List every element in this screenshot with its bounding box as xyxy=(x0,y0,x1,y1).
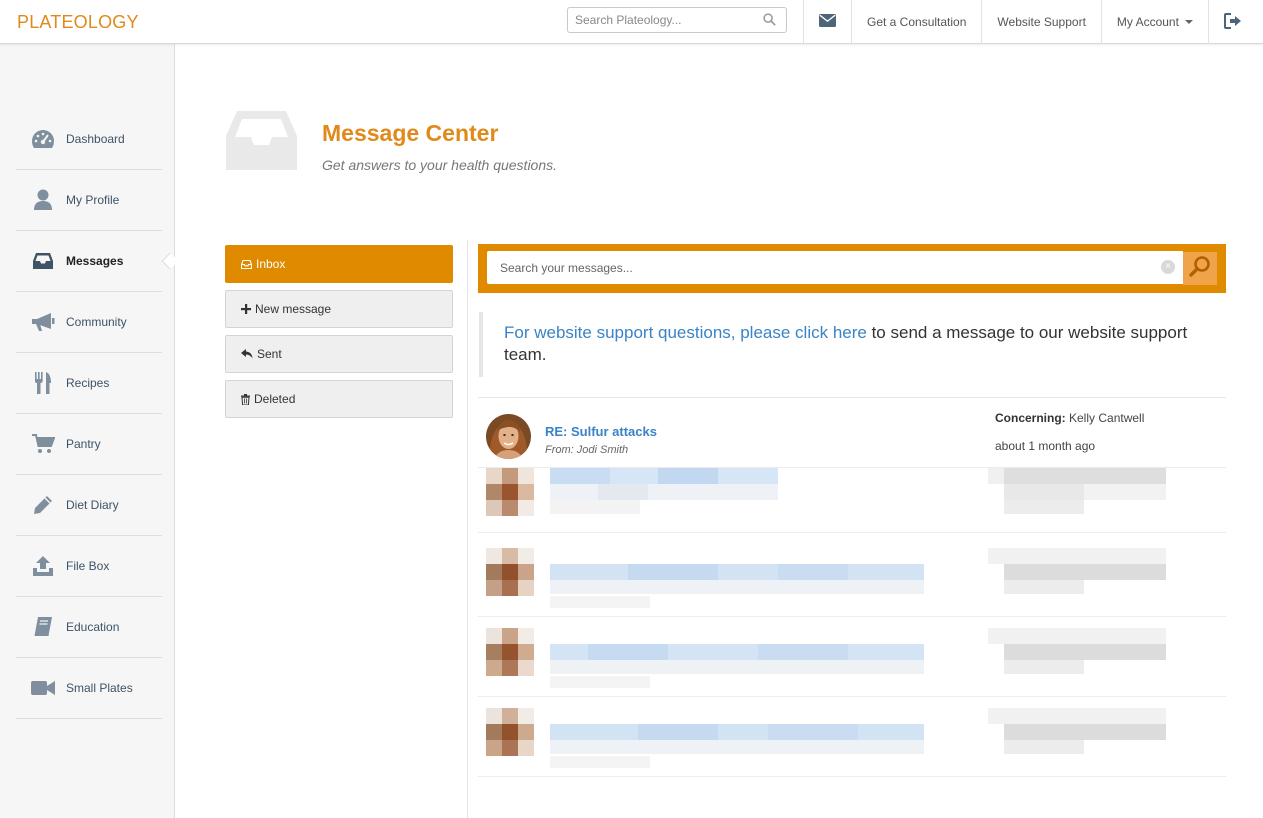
sidebar-item-label: Education xyxy=(66,620,120,634)
website-support-link[interactable]: Website Support xyxy=(981,0,1101,44)
sidebar-item-small-plates[interactable]: Small Plates xyxy=(16,658,162,719)
search-icon xyxy=(1189,255,1211,282)
upload-icon xyxy=(16,555,66,577)
message-center-inbox-icon xyxy=(225,110,298,176)
caret-down-icon xyxy=(1184,20,1193,24)
sign-out-icon xyxy=(1223,12,1242,32)
deleted-label: Deleted xyxy=(254,392,296,406)
cart-icon xyxy=(16,434,66,454)
sidebar-item-label: File Box xyxy=(66,559,110,573)
sidebar-item-label: Small Plates xyxy=(66,681,133,695)
pixelated-content xyxy=(478,708,1226,777)
obscured-message-row xyxy=(478,628,1226,708)
sidebar-item-community[interactable]: Community xyxy=(16,292,162,353)
message-concerning: Concerning: Kelly Cantwell xyxy=(995,411,1144,425)
sidebar-item-recipes[interactable]: Recipes xyxy=(16,353,162,414)
page-subtitle: Get answers to your health questions. xyxy=(322,157,558,173)
my-account-label: My Account xyxy=(1116,15,1179,29)
message-search-bar: × xyxy=(478,244,1226,293)
book-icon xyxy=(16,616,66,638)
page-title: Message Center xyxy=(322,120,499,146)
sender-avatar xyxy=(486,414,531,459)
sidebar-item-label: Dashboard xyxy=(66,132,125,146)
sidebar-item-messages[interactable]: Messages xyxy=(16,231,162,292)
search-icon[interactable] xyxy=(763,13,776,31)
obscured-message-row xyxy=(478,468,1226,548)
sidebar-item-label: My Profile xyxy=(66,193,120,207)
inbox-button[interactable]: Inbox xyxy=(225,245,453,283)
sidebar-item-pantry[interactable]: Pantry xyxy=(16,414,162,475)
message-row[interactable]: RE: Sulfur attacks From: Jodi Smith Conc… xyxy=(478,397,1226,468)
new-message-button[interactable]: New message xyxy=(225,290,453,328)
message-subject-link[interactable]: RE: Sulfur attacks xyxy=(545,424,657,439)
sidebar-item-dashboard[interactable]: Dashboard xyxy=(16,109,162,170)
my-account-dropdown[interactable]: My Account xyxy=(1100,0,1208,44)
sidebar-menu: Dashboard My Profile Messages Community … xyxy=(16,109,162,719)
megaphone-icon xyxy=(16,312,66,332)
message-search-box: × xyxy=(487,251,1183,284)
obscured-message-row xyxy=(478,708,1226,788)
new-message-label: New message xyxy=(255,302,332,316)
message-sender: From: Jodi Smith xyxy=(545,444,629,456)
left-sidebar: Dashboard My Profile Messages Community … xyxy=(0,44,175,818)
concerning-value: Kelly Cantwell xyxy=(1065,411,1145,425)
message-search-input[interactable] xyxy=(487,251,1147,284)
obscured-message-row xyxy=(478,548,1226,628)
deleted-button[interactable]: Deleted xyxy=(225,380,453,418)
plus-icon xyxy=(241,304,251,314)
reply-icon xyxy=(241,349,253,359)
message-list: RE: Sulfur attacks From: Jodi Smith Conc… xyxy=(478,397,1226,788)
pencil-icon xyxy=(16,494,66,516)
site-search-input[interactable] xyxy=(568,8,758,32)
top-navigation-bar: PLATEOLOGY Get a Consultation Website Su… xyxy=(0,0,1263,44)
pixelated-content xyxy=(478,548,1226,617)
user-icon xyxy=(16,189,66,211)
sent-button[interactable]: Sent xyxy=(225,335,453,373)
sidebar-item-diet-diary[interactable]: Diet Diary xyxy=(16,475,162,536)
site-search-box xyxy=(567,7,787,33)
envelope-icon xyxy=(819,14,836,30)
get-consultation-link[interactable]: Get a Consultation xyxy=(851,0,981,44)
top-nav-links: Get a Consultation Website Support My Ac… xyxy=(803,0,1257,44)
sidebar-item-label: Recipes xyxy=(66,376,110,390)
sent-label: Sent xyxy=(257,347,282,361)
trash-icon xyxy=(241,393,250,405)
message-search-button[interactable] xyxy=(1183,252,1217,285)
sign-out-button[interactable] xyxy=(1207,0,1257,44)
video-camera-icon xyxy=(16,679,66,697)
sidebar-item-label: Messages xyxy=(66,254,124,268)
sidebar-item-label: Pantry xyxy=(66,437,101,451)
sidebar-item-label: Diet Diary xyxy=(66,498,119,512)
content-divider xyxy=(467,240,468,818)
plateology-logo[interactable]: PLATEOLOGY xyxy=(17,12,139,33)
utensils-icon xyxy=(16,371,66,395)
inbox-label: Inbox xyxy=(256,257,286,271)
clear-search-icon[interactable]: × xyxy=(1161,260,1175,274)
messages-envelope-button[interactable] xyxy=(803,0,851,44)
dashboard-icon xyxy=(16,129,66,149)
message-folders: Inbox New message Sent Deleted xyxy=(225,245,453,425)
website-support-click-here-link[interactable]: For website support questions, please cl… xyxy=(504,323,867,342)
sidebar-item-education[interactable]: Education xyxy=(16,597,162,658)
sidebar-item-label: Community xyxy=(66,315,127,329)
pixelated-content xyxy=(478,628,1226,697)
inbox-icon xyxy=(16,252,66,270)
inbox-icon xyxy=(241,259,252,269)
support-notice: For website support questions, please cl… xyxy=(479,312,1224,377)
concerning-label: Concerning: xyxy=(995,411,1066,425)
sidebar-item-my-profile[interactable]: My Profile xyxy=(16,170,162,231)
pixelated-content xyxy=(478,468,1226,533)
sidebar-item-file-box[interactable]: File Box xyxy=(16,536,162,597)
message-timestamp: about 1 month ago xyxy=(995,439,1096,453)
